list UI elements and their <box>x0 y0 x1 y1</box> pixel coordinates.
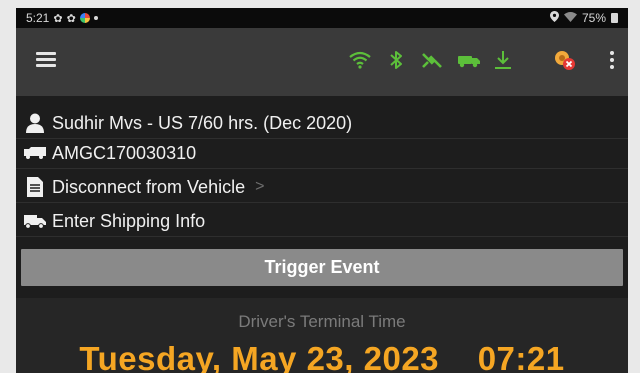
battery-icon <box>611 13 618 23</box>
vehicle-row: AMGC170030310 <box>16 138 628 169</box>
trigger-event-button[interactable]: Trigger Event <box>21 249 623 286</box>
trigger-event-label: Trigger Event <box>264 257 380 277</box>
terminal-time-panel: Driver's Terminal Time Tuesday, May 23, … <box>16 298 628 373</box>
location-status-icon <box>549 11 559 25</box>
sync-status-icon: ✿ <box>66 12 76 25</box>
enter-shipping-item[interactable]: Enter Shipping Info <box>16 206 628 237</box>
notification-dot-icon <box>93 16 98 20</box>
disconnect-label: Disconnect from Vehicle <box>52 176 246 197</box>
settings-status-icon: ✿ <box>53 12 63 25</box>
battery-percent: 75% <box>581 11 606 25</box>
driver-name: Sudhir Mvs - US 7/60 hrs. (Dec 2020) <box>52 112 353 133</box>
chevron-right-icon: > <box>255 178 265 195</box>
person-icon <box>24 113 46 133</box>
app-toolbar <box>16 28 628 96</box>
app-status-icon <box>79 13 90 23</box>
driver-row: Sudhir Mvs - US 7/60 hrs. (Dec 2020) <box>16 108 628 139</box>
disconnect-vehicle-item[interactable]: Disconnect from Vehicle > <box>16 172 628 203</box>
terminal-datetime: Tuesday, May 23, 2023 07:21 <box>79 340 565 373</box>
device-screen: 5:21 ✿ ✿ 75% Sudhir Mvs - US 7/60 hrs. (… <box>16 8 628 373</box>
terminal-time-label: Driver's Terminal Time <box>238 312 406 331</box>
status-bar: 5:21 ✿ ✿ 75% <box>16 8 628 28</box>
bluetooth-icon[interactable] <box>388 48 404 72</box>
truck-icon <box>24 143 46 163</box>
wifi-status-icon <box>563 11 577 25</box>
alert-icon[interactable] <box>552 48 578 72</box>
wifi-icon[interactable] <box>348 48 372 72</box>
gps-icon[interactable] <box>420 48 444 72</box>
shipping-label: Enter Shipping Info <box>52 210 206 231</box>
download-icon[interactable] <box>492 48 514 72</box>
document-icon <box>24 177 46 197</box>
status-time: 5:21 <box>26 11 50 25</box>
more-vert-icon[interactable] <box>610 51 614 69</box>
shipping-truck-icon <box>24 211 46 231</box>
vehicle-icon[interactable] <box>456 48 482 72</box>
vehicle-id: AMGC170030310 <box>52 142 197 163</box>
menu-icon[interactable] <box>36 52 56 68</box>
